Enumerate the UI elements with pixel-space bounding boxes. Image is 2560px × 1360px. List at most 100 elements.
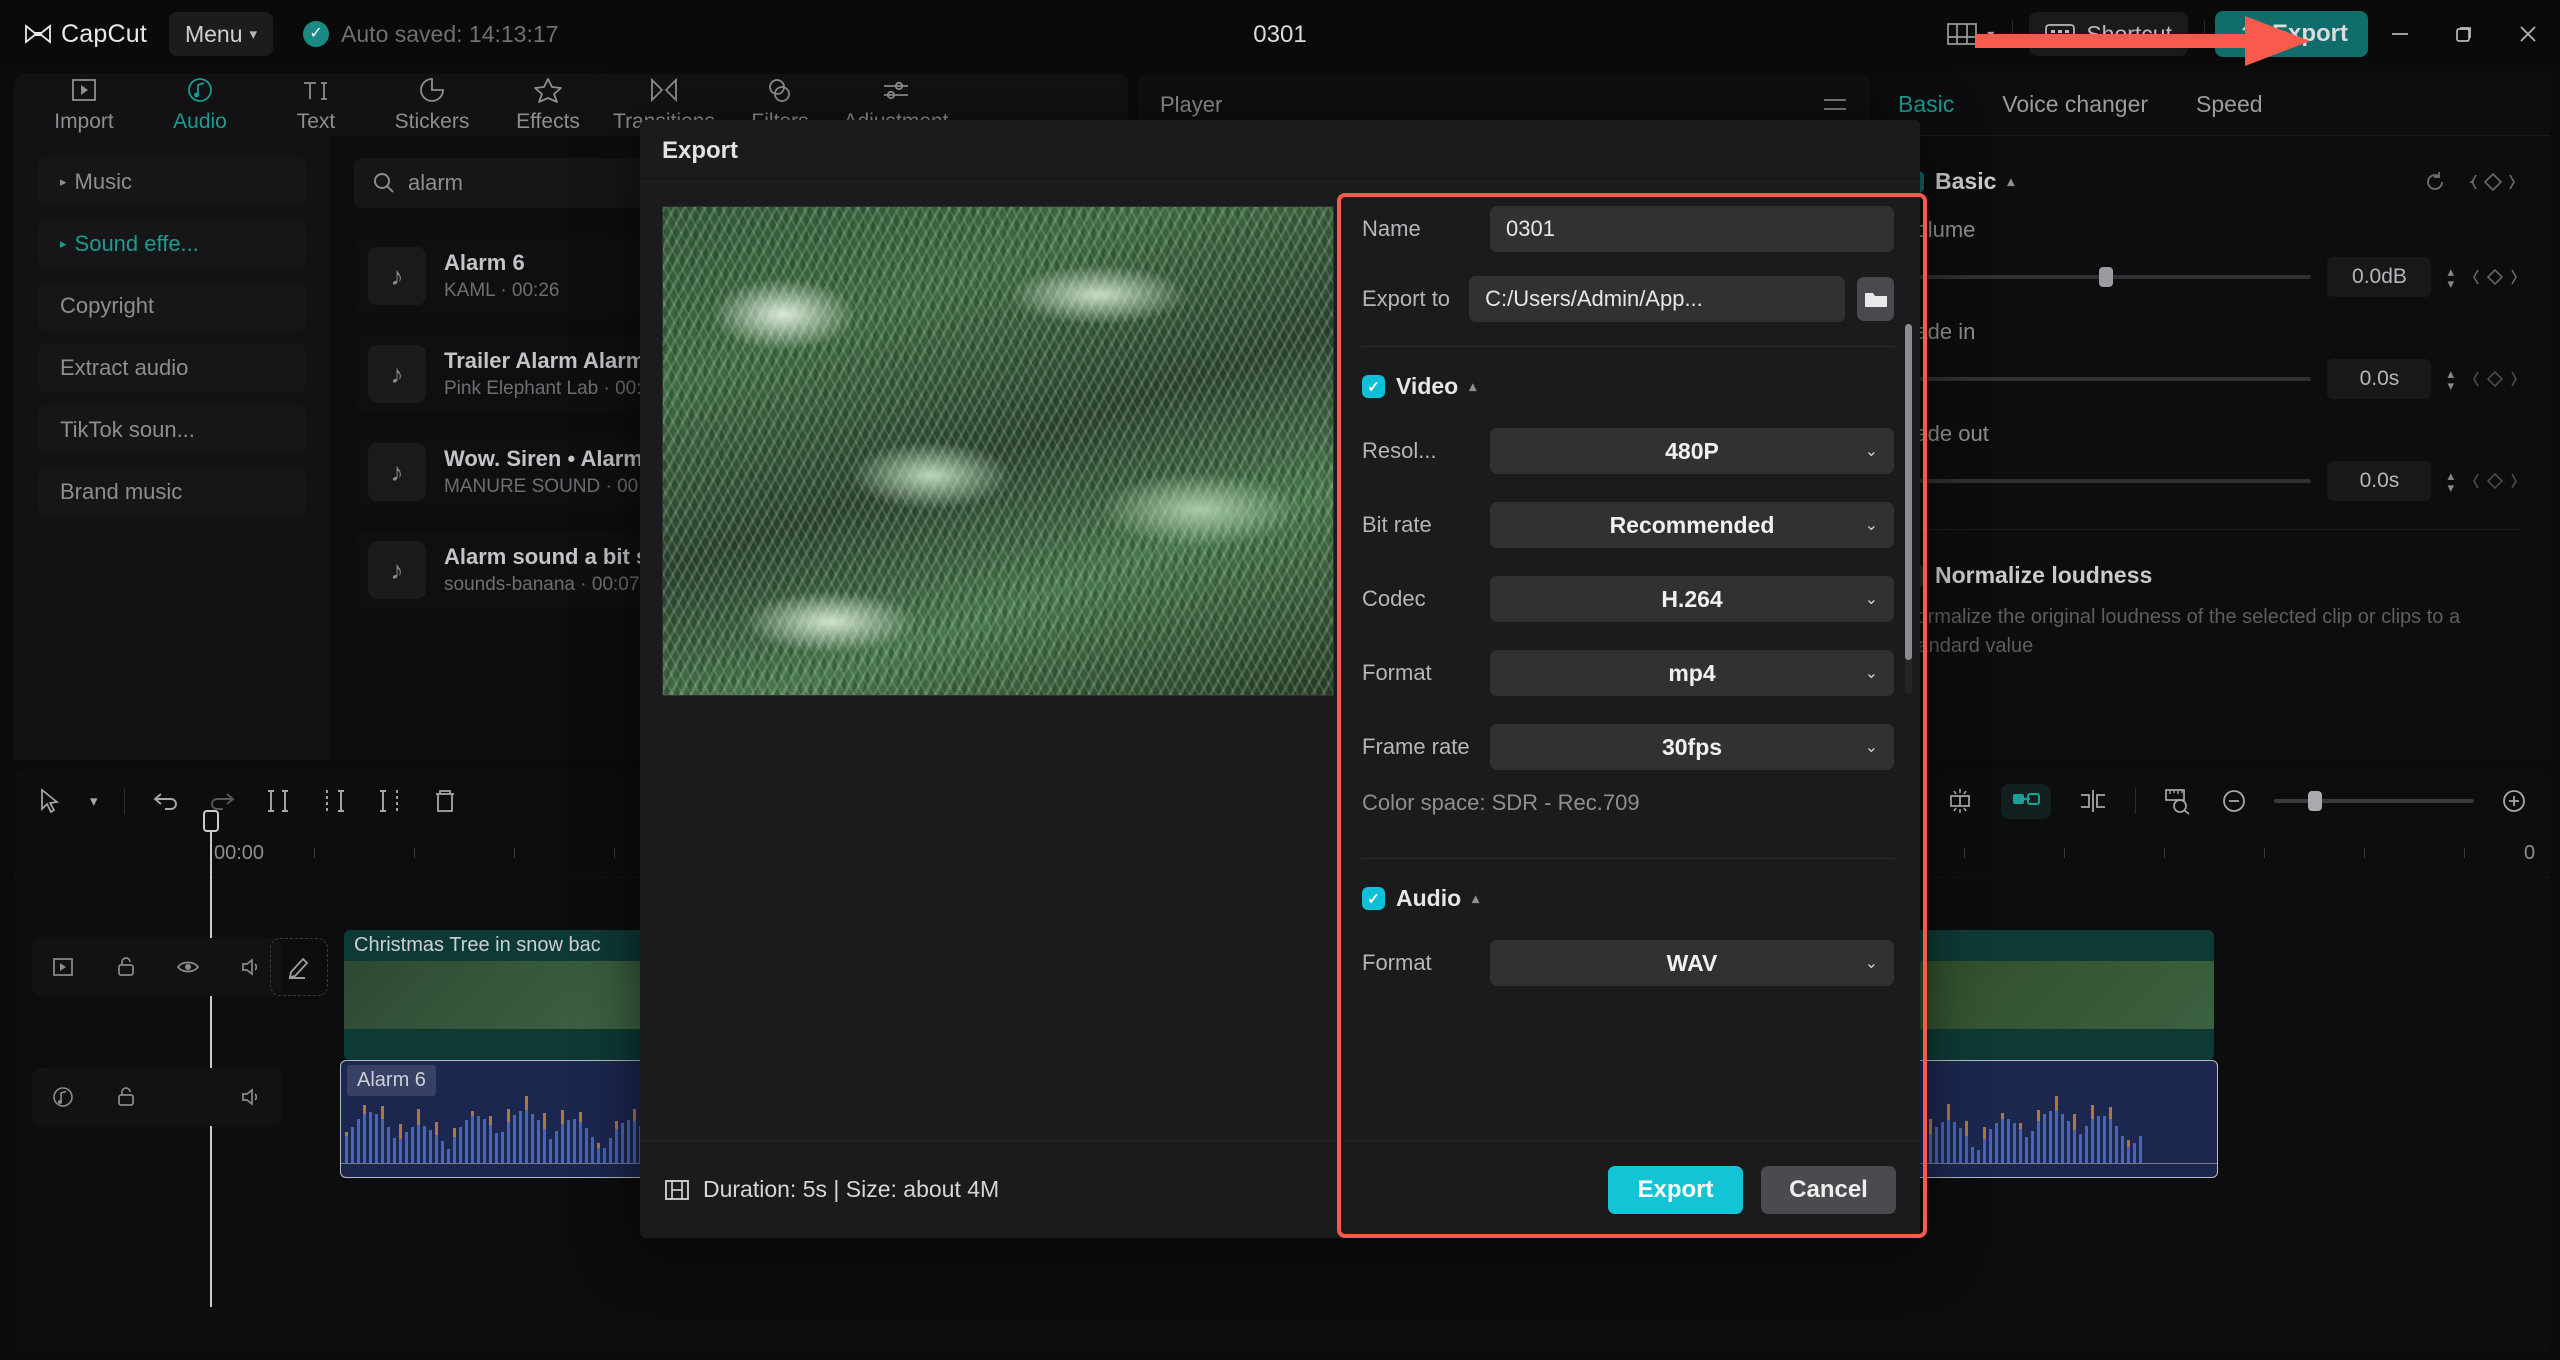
tab-effects[interactable]: Effects (490, 76, 606, 134)
playhead-handle[interactable] (203, 810, 219, 832)
timeline-toolbar-right (1945, 784, 2528, 819)
delete-icon[interactable] (431, 787, 459, 815)
mirror-icon[interactable] (1945, 787, 1975, 815)
reset-icon[interactable] (2422, 169, 2448, 195)
sidebar-item-copyright[interactable]: Copyright (38, 282, 306, 330)
keyframe-diamond-icon[interactable] (2470, 369, 2520, 389)
tab-voice-changer[interactable]: Voice changer (2002, 91, 2148, 118)
zoom-out-icon[interactable] (2220, 787, 2248, 815)
fade-in-value[interactable]: 0.0s (2327, 359, 2431, 399)
video-format-value: mp4 (1668, 660, 1715, 687)
codec-label: Codec (1362, 586, 1490, 612)
codec-select[interactable]: H.264 ⌄ (1490, 576, 1894, 622)
audio-format-select[interactable]: WAV ⌄ (1490, 940, 1894, 986)
chevron-down-icon[interactable]: ▾ (90, 792, 98, 810)
normalize-description: Normalize the original loudness of the s… (1878, 589, 2550, 661)
chevron-up-icon[interactable]: ▴ (1469, 378, 1476, 395)
bitrate-select[interactable]: Recommended ⌄ (1490, 502, 1894, 548)
keyframe-diamond-icon[interactable] (2466, 171, 2520, 193)
properties-tabs: Basic Voice changer Speed (1878, 74, 2550, 136)
stepper-up-icon: ▴ (2447, 368, 2454, 379)
trim-right-icon[interactable] (375, 787, 405, 815)
chevron-up-icon[interactable]: ▴ (1472, 890, 1479, 907)
video-format-row: Format mp4 ⌄ (1362, 650, 1894, 696)
sidebar-item-extract-audio[interactable]: Extract audio (38, 344, 306, 392)
speaker-icon[interactable] (238, 954, 264, 980)
tab-basic[interactable]: Basic (1898, 91, 1954, 118)
fade-in-control: 0.0s ▴▾ (1902, 359, 2520, 399)
volume-stepper[interactable]: ▴▾ (2447, 266, 2454, 289)
link-icon (2011, 790, 2041, 808)
select-tool-icon[interactable] (36, 787, 64, 815)
fade-in-slider[interactable] (1902, 377, 2311, 381)
fade-out-value[interactable]: 0.0s (2327, 461, 2431, 501)
export-dialog-title: Export (640, 120, 1920, 182)
normalize-title: Normalize loudness (1902, 562, 2152, 589)
minimize-button[interactable] (2368, 0, 2432, 68)
tab-stickers[interactable]: Stickers (374, 76, 490, 134)
sidebar-item-label: Brand music (60, 479, 182, 505)
undo-icon[interactable] (151, 788, 181, 814)
dialog-export-button[interactable]: Export (1608, 1166, 1743, 1214)
timeline-zoom-slider[interactable] (2274, 799, 2474, 803)
zoom-fit-icon[interactable] (2162, 787, 2194, 815)
video-checkbox[interactable]: ✓ (1362, 375, 1385, 398)
settings-scrollbar-thumb[interactable] (1905, 324, 1912, 660)
link-toggle-button[interactable] (2001, 784, 2051, 819)
chevron-up-icon[interactable]: ▴ (2007, 173, 2014, 190)
browse-folder-button[interactable] (1857, 277, 1894, 321)
tab-import[interactable]: Import (26, 76, 142, 134)
normalize-section-header: Normalize loudness (1878, 530, 2550, 589)
tab-speed[interactable]: Speed (2196, 91, 2263, 118)
sidebar-item-brand-music[interactable]: Brand music (38, 468, 306, 516)
eye-icon[interactable] (175, 954, 201, 980)
volume-value[interactable]: 0.0dB (2327, 257, 2431, 297)
fade-out-slider[interactable] (1902, 479, 2311, 483)
snap-icon[interactable] (2077, 787, 2109, 815)
timeline-zoom-knob[interactable] (2308, 791, 2322, 811)
name-input[interactable]: 0301 (1490, 206, 1894, 252)
lock-icon[interactable] (113, 1084, 139, 1110)
layout-switch-button[interactable]: ▾ (1929, 22, 2012, 46)
sidebar-item-tiktok-sounds[interactable]: TikTok soun... (38, 406, 306, 454)
sidebar-item-sound-effects[interactable]: ▸ Sound effe... (38, 220, 306, 268)
keyframe-diamond-icon[interactable] (2470, 471, 2520, 491)
maximize-button[interactable] (2432, 0, 2496, 68)
filters-icon (763, 76, 797, 106)
track-preview-icon[interactable] (50, 954, 76, 980)
video-format-select[interactable]: mp4 ⌄ (1490, 650, 1894, 696)
framerate-select[interactable]: 30fps ⌄ (1490, 724, 1894, 770)
fade-out-stepper[interactable]: ▴▾ (2447, 470, 2454, 493)
volume-slider-knob[interactable] (2099, 267, 2113, 287)
audio-note-icon[interactable] (50, 1084, 76, 1110)
keyframe-diamond-icon[interactable] (2470, 267, 2520, 287)
player-menu-icon[interactable] (1822, 96, 1848, 114)
zoom-in-icon[interactable] (2500, 787, 2528, 815)
speaker-icon[interactable] (238, 1084, 264, 1110)
edit-clip-button[interactable] (270, 938, 328, 996)
music-note-icon: ♪ (368, 247, 426, 305)
export-button-label: Export (2272, 20, 2348, 48)
audio-group-label: Audio (1396, 885, 1461, 912)
audio-format-label: Format (1362, 950, 1490, 976)
audio-track-controls (32, 1068, 282, 1126)
sidebar-item-music[interactable]: ▸ Music (38, 158, 306, 206)
export-path-input[interactable]: C:/Users/Admin/App... (1469, 276, 1845, 322)
export-button[interactable]: Export (2215, 11, 2368, 57)
audio-checkbox[interactable]: ✓ (1362, 887, 1385, 910)
split-icon[interactable] (263, 787, 293, 815)
shortcut-button[interactable]: Shortcut (2029, 12, 2188, 56)
dialog-cancel-button[interactable]: Cancel (1761, 1166, 1896, 1214)
divider (1362, 858, 1894, 859)
lock-icon[interactable] (113, 954, 139, 980)
tab-text[interactable]: Text (258, 76, 374, 134)
divider (124, 788, 125, 814)
titlebar-right-controls: ▾ Shortcut Export (1929, 0, 2560, 68)
close-button[interactable] (2496, 0, 2560, 68)
fade-in-stepper[interactable]: ▴▾ (2447, 368, 2454, 391)
stepper-up-icon: ▴ (2447, 470, 2454, 481)
volume-slider[interactable] (1902, 275, 2311, 279)
tab-audio[interactable]: Audio (142, 76, 258, 134)
trim-left-icon[interactable] (319, 787, 349, 815)
resolution-select[interactable]: 480P ⌄ (1490, 428, 1894, 474)
